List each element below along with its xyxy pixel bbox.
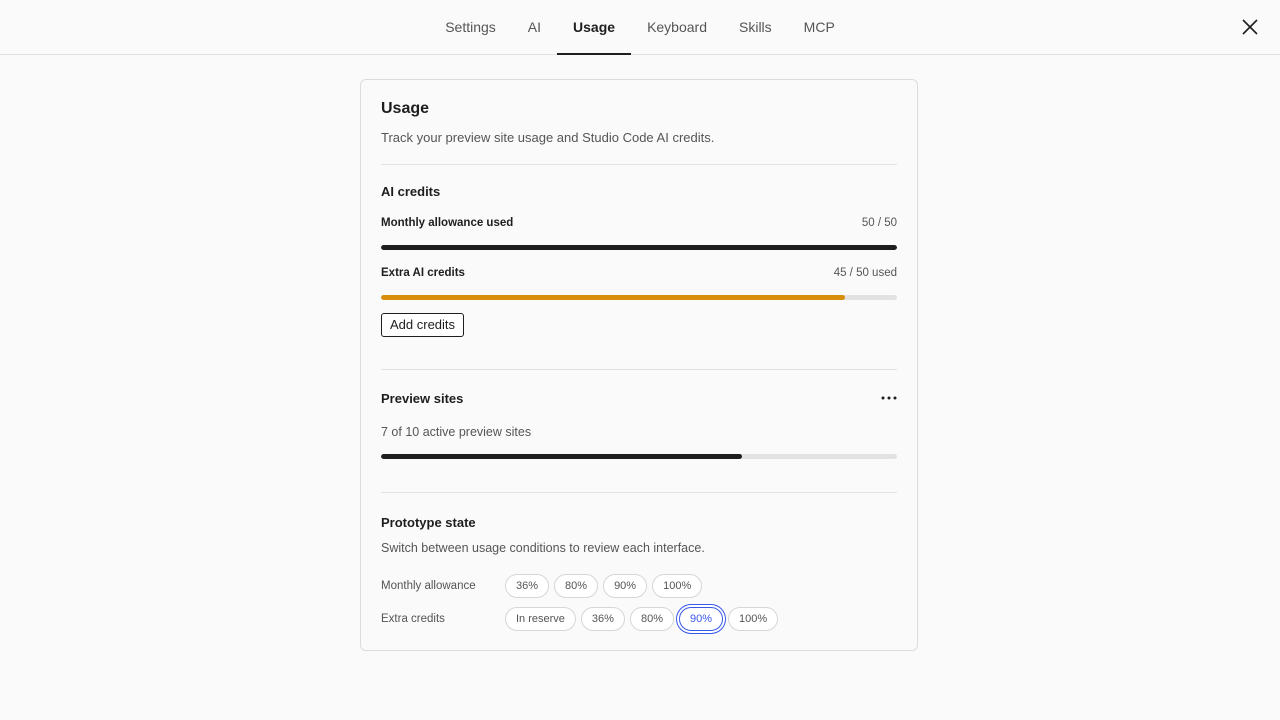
pill-group: 36% 80% 90% 100% (505, 574, 703, 598)
option-pill[interactable]: 80% (554, 574, 599, 598)
divider (381, 492, 897, 493)
usage-card: Usage Track your preview site usage and … (360, 79, 918, 651)
monthly-allowance-value: 50 / 50 (861, 217, 897, 229)
tab-keyboard[interactable]: Keyboard (631, 0, 723, 54)
tab-ai[interactable]: AI (512, 0, 557, 54)
close-button[interactable] (1240, 17, 1260, 37)
preview-sites-summary: 7 of 10 active preview sites (381, 425, 532, 439)
preview-sites-title: Preview sites (381, 391, 464, 406)
divider (381, 369, 897, 370)
extra-credits-options-label: Extra credits (381, 613, 445, 625)
extra-credits-progress (381, 295, 897, 300)
prototype-state-title: Prototype state (381, 515, 476, 530)
preview-sites-progress-fill (381, 454, 743, 459)
monthly-allowance-label: Monthly allowance used (381, 217, 514, 229)
close-icon (1242, 19, 1258, 35)
option-pill[interactable]: 36% (580, 607, 625, 631)
tab-usage[interactable]: Usage (557, 0, 632, 55)
page-title: Usage (381, 100, 430, 117)
tab-settings[interactable]: Settings (429, 0, 512, 54)
preview-sites-progress (381, 454, 897, 459)
option-pill[interactable]: 36% (505, 574, 550, 598)
tab-mcp[interactable]: MCP (788, 0, 851, 54)
option-pill[interactable]: 100% (652, 574, 703, 598)
extra-credits-value: 45 / 50 used (833, 267, 897, 279)
extra-credits-options: Extra credits In reserve 36% 80% 90% 100% (381, 607, 779, 631)
monthly-allowance-progress (381, 245, 897, 250)
tab-list: Settings AI Usage Keyboard Skills MCP (0, 0, 1280, 55)
extra-credits-label: Extra AI credits (381, 267, 465, 279)
option-pill[interactable]: 100% (728, 607, 779, 631)
top-bar: Settings AI Usage Keyboard Skills MCP (0, 0, 1280, 55)
divider (381, 164, 897, 165)
extra-credits-progress-fill (381, 295, 846, 300)
monthly-allowance-options-label: Monthly allowance (381, 580, 476, 592)
option-pill[interactable]: In reserve (505, 607, 576, 631)
option-pill[interactable]: 90% (678, 607, 724, 631)
pill-group: In reserve 36% 80% 90% 100% (505, 607, 779, 631)
tab-skills[interactable]: Skills (723, 0, 788, 54)
monthly-allowance-options: Monthly allowance 36% 80% 90% 100% (381, 574, 703, 598)
option-pill[interactable]: 90% (603, 574, 648, 598)
option-pill[interactable]: 80% (629, 607, 674, 631)
add-credits-button[interactable]: Add credits (381, 313, 465, 337)
more-horizontal-icon (881, 396, 897, 400)
page-description: Track your preview site usage and Studio… (381, 130, 715, 145)
monthly-allowance-progress-fill (381, 245, 897, 250)
more-options-button[interactable] (879, 389, 899, 407)
ai-credits-title: AI credits (381, 184, 441, 199)
prototype-state-description: Switch between usage conditions to revie… (381, 541, 705, 555)
